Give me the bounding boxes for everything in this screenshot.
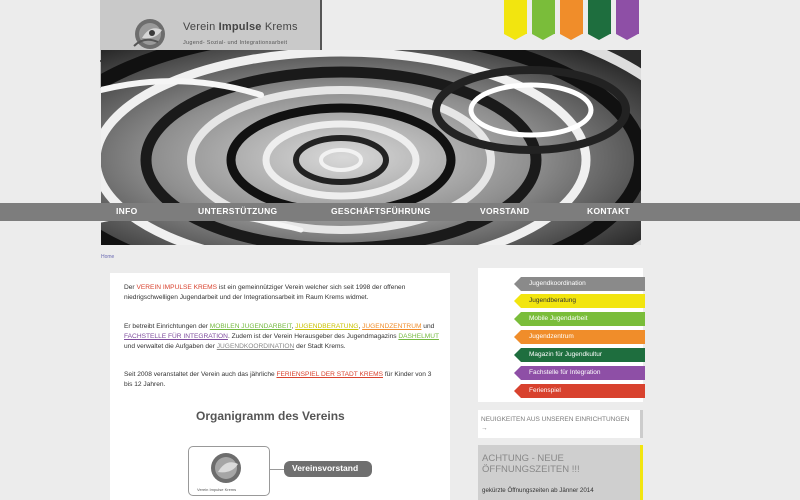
link-dashelmut[interactable]: DASHELMUT bbox=[398, 333, 439, 340]
logo-subtitle: Jugend- Sozial- und Integrationsarbeit bbox=[183, 40, 288, 46]
main-content: Der VEREIN IMPULSE KREMS ist ein gemeinn… bbox=[110, 273, 450, 500]
sidebar-item-mobile-jugendarbeit[interactable]: Mobile Jugendarbeit bbox=[514, 312, 645, 326]
main-nav: INFO UNTERSTÜTZUNG GESCHÄFTSFÜHRUNG VORS… bbox=[0, 203, 800, 221]
sidebar-item-jugendkoordination[interactable]: Jugendkoordination bbox=[514, 277, 645, 291]
org-chart-root-box: Verein Impulse Krems bbox=[188, 446, 270, 496]
link-verein[interactable]: VEREIN IMPULSE KREMS bbox=[136, 284, 217, 291]
sidebar-item-magazin[interactable]: Magazin für Jugendkultur bbox=[514, 348, 645, 362]
org-chart-title: Organigramm des Vereins bbox=[196, 409, 345, 423]
logo-title: Verein Impulse Krems bbox=[183, 21, 298, 33]
color-ribbon bbox=[532, 0, 555, 40]
ferienspiel-paragraph: Seit 2008 veranstaltet der Verein auch d… bbox=[124, 371, 432, 388]
notice-text: gekürzte Öffnungszeiten ab Jänner 2014 bbox=[482, 487, 594, 494]
color-ribbon bbox=[616, 0, 639, 40]
nav-geschaeftsfuehrung[interactable]: GESCHÄFTSFÜHRUNG bbox=[331, 206, 431, 216]
sidebar-item-ferienspiel[interactable]: Ferienspiel bbox=[514, 384, 645, 398]
breadcrumb[interactable]: Home bbox=[101, 254, 114, 260]
link-jugendzentrum[interactable]: JUGENDZENTRUM bbox=[362, 323, 421, 330]
link-mobile-jugendarbeit[interactable]: MOBILEN JUGENDARBEIT bbox=[210, 323, 292, 330]
color-ribbon bbox=[588, 0, 611, 40]
sidebar-item-fachstelle-integration[interactable]: Fachstelle für Integration bbox=[514, 366, 645, 380]
intro-paragraph: Der VEREIN IMPULSE KREMS ist ein gemeinn… bbox=[124, 284, 406, 301]
link-ferienspiel[interactable]: FERIENSPIEL DER STADT KREMS bbox=[276, 371, 383, 378]
sidebar-item-jugendberatung[interactable]: Jugendberatung bbox=[514, 294, 645, 308]
nav-kontakt[interactable]: KONTAKT bbox=[587, 206, 630, 216]
sidebar-item-jugendzentrum[interactable]: Jugendzentrum bbox=[514, 330, 645, 344]
facilities-paragraph: Er betreibt Einrichtungen der MOBILEN JU… bbox=[124, 323, 439, 350]
org-box-label: Verein Impulse Krems bbox=[197, 487, 237, 492]
logo-icon bbox=[133, 19, 165, 49]
news-box[interactable]: NEUIGKEITEN AUS UNSEREN EINRICHTUNGEN → bbox=[478, 410, 643, 438]
color-ribbon bbox=[504, 0, 527, 40]
notice-title: ACHTUNG - NEUE ÖFFNUNGSZEITEN !!! bbox=[482, 453, 580, 475]
notice-box[interactable]: ACHTUNG - NEUE ÖFFNUNGSZEITEN !!! gekürz… bbox=[478, 445, 643, 500]
link-jugendkoordination[interactable]: JUGENDKOORDINATION bbox=[217, 343, 295, 350]
nav-info[interactable]: INFO bbox=[116, 206, 138, 216]
link-fachstelle-integration[interactable]: FACHSTELLE FÜR INTEGRATION bbox=[124, 333, 228, 340]
news-label: NEUIGKEITEN AUS UNSEREN EINRICHTUNGEN → bbox=[481, 416, 630, 432]
nav-vorstand[interactable]: VORSTAND bbox=[480, 206, 529, 216]
org-logo-icon bbox=[211, 453, 241, 483]
org-vereinsvorstand[interactable]: Vereinsvorstand bbox=[284, 461, 372, 477]
color-ribbon bbox=[560, 0, 583, 40]
link-jugendberatung[interactable]: JUGENDBERATUNG bbox=[295, 323, 358, 330]
nav-unterstuetzung[interactable]: UNTERSTÜTZUNG bbox=[198, 206, 277, 216]
